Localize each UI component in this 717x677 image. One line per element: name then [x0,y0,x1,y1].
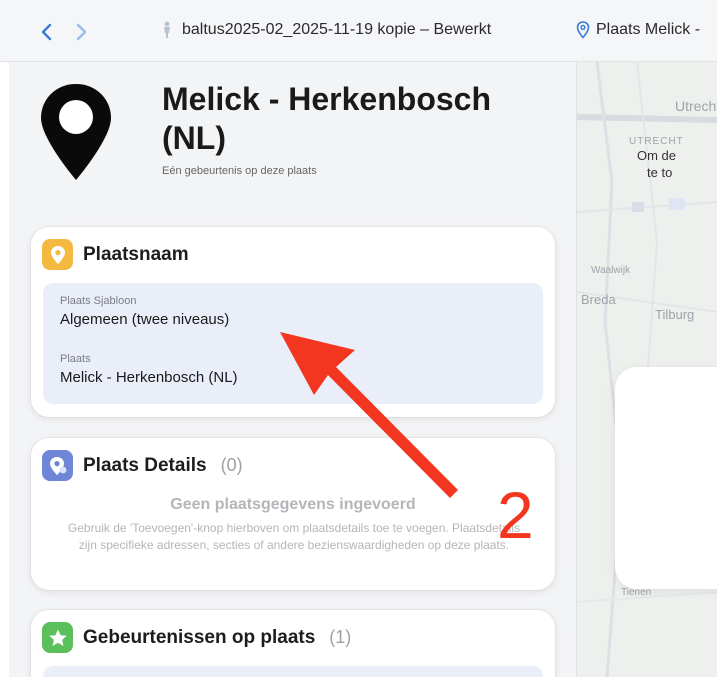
toolbar: baltus2025-02_2025-11-19 kopie – Bewerkt… [0,0,717,62]
person-icon [164,21,170,38]
page-subtitle: Eén gebeurtenis op deze plaats [162,165,317,177]
back-chevron-icon[interactable] [36,19,58,45]
gebeurtenissen-card-header: Gebeurtenissen op plaats (1) [42,622,351,653]
document-title[interactable]: baltus2025-02_2025-11-19 kopie – Bewerkt [160,21,491,39]
template-label: Plaats Sjabloon [60,295,137,307]
location-pin-icon [576,21,590,39]
location-pin-icon [42,239,73,270]
plaatsnaam-fields[interactable]: Plaats Sjabloon Algemeen (twee niveaus) … [43,283,543,404]
place-value[interactable]: Melick - Herkenbosch (NL) [60,369,238,386]
plaatsnaam-card: Plaatsnaam Plaats Sjabloon Algemeen (twe… [31,227,555,417]
events-list[interactable] [43,666,543,677]
template-value[interactable]: Algemeen (twee niveaus) [60,311,229,328]
forward-chevron-icon[interactable] [70,19,92,45]
map-view[interactable]: Utrecht UTRECHT Waalwijk Breda Tilburg T… [576,62,717,677]
plaatsnaam-card-header: Plaatsnaam [42,239,189,270]
star-icon [42,622,73,653]
place-tab[interactable]: Plaats Melick - [576,21,700,39]
annotation-number: 2 [497,478,534,552]
plaats-details-card-title: Plaats Details [83,454,207,476]
location-details-icon [42,450,73,481]
plaats-details-card: Plaats Details (0) Geen plaatsgegevens i… [31,438,555,590]
gebeurtenissen-card: Gebeurtenissen op plaats (1) [31,610,555,677]
empty-state-title: Geen plaatsgegevens ingevoerd [170,496,416,513]
map-label-utrecht: Utrecht [675,98,717,114]
map-overlay-card [615,367,717,589]
empty-state-text: Gebruik de 'Toevoegen'-knop hierboven om… [67,521,521,552]
map-label-utrecht-province: UTRECHT [629,136,684,147]
map-label-breda: Breda [581,292,616,307]
plaats-details-card-header: Plaats Details (0) [42,450,243,481]
map-overlay-text-line2: te to [647,165,673,180]
gebeurtenissen-card-title: Gebeurtenissen op plaats [83,626,316,648]
map-label-waalwijk: Waalwijk [591,265,631,276]
place-pin-icon [41,84,111,180]
plaats-details-count: (0) [220,455,243,475]
gebeurtenissen-count: (1) [329,627,352,647]
map-label-tilburg: Tilburg [655,307,695,322]
plaatsnaam-card-title: Plaatsnaam [83,243,189,265]
place-tab-label: Plaats Melick - [596,21,701,38]
document-title-text: baltus2025-02_2025-11-19 kopie – Bewerkt [182,21,492,38]
page-title: Melick - Herkenbosch (NL) [162,81,491,156]
map-overlay-text: Om de te to [637,147,676,181]
map-overlay-text-line1: Om de [637,148,677,163]
place-panel: Melick - Herkenbosch (NL) Eén gebeurteni… [9,62,576,677]
place-label: Plaats [60,353,91,365]
